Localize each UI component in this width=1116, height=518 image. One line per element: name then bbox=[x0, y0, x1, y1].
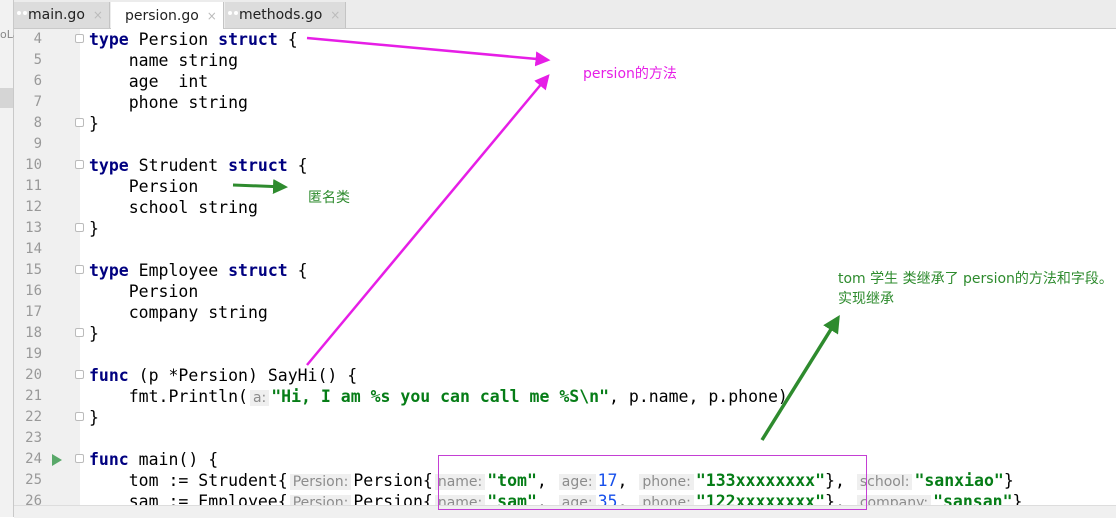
arrow-struct-to-method-note bbox=[306, 36, 551, 67]
anonymous-note: 匿名类 bbox=[308, 190, 350, 206]
arrow-sayhi-to-method-note bbox=[306, 74, 550, 366]
arrow-to-inherit-note bbox=[760, 315, 840, 441]
annotation-arrows bbox=[232, 36, 840, 441]
arrow-to-anonymous-note bbox=[232, 179, 288, 195]
inherit-note: tom 学生 类继承了 persion的方法和字段。 实现继承 bbox=[838, 271, 1113, 307]
method-note: persion的方法 bbox=[583, 66, 677, 82]
